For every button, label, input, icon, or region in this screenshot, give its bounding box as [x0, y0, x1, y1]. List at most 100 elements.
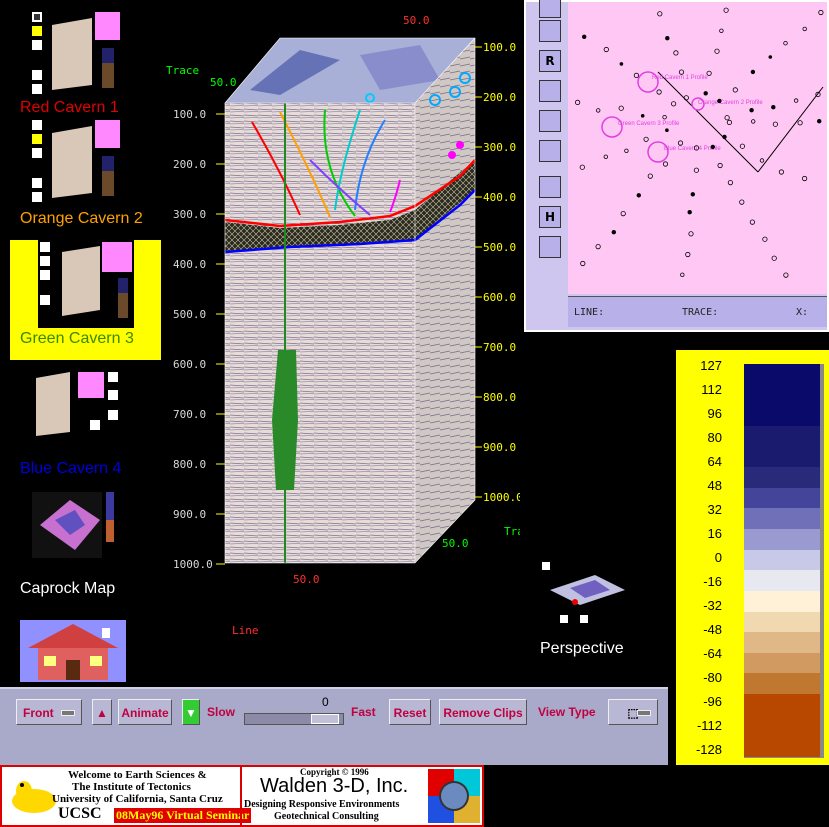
- colorbar-swatch: [744, 590, 820, 613]
- map-well-marker: [771, 105, 776, 110]
- map-tool-4-icon[interactable]: [539, 80, 561, 102]
- left-depth-label: 200.0: [173, 158, 206, 171]
- map-well-marker: [580, 260, 586, 267]
- map-well-marker: [665, 36, 670, 41]
- speed-slider[interactable]: [244, 713, 344, 725]
- right-depth-label: 1000.0: [483, 491, 520, 504]
- slider-value: 0: [322, 695, 329, 709]
- perspective-thumbnail[interactable]: [540, 560, 630, 630]
- map-plot-area[interactable]: Red Cavern 1 Profile Orange Cavern 2 Pro…: [568, 2, 827, 294]
- colorbar-label: -96: [703, 694, 722, 709]
- map-well-marker: [732, 87, 738, 93]
- thumbnail-label[interactable]: Red Cavern 1: [20, 99, 119, 117]
- map-well-marker: [771, 255, 777, 261]
- thumbnail-image-icon: [540, 560, 630, 630]
- map-well-marker: [662, 114, 667, 120]
- colorbar-swatch: [744, 425, 820, 448]
- map-tool-9-icon[interactable]: [539, 236, 561, 258]
- colorbar-swatch: [744, 487, 820, 510]
- thumbnail-label[interactable]: Caprock Map: [20, 580, 115, 598]
- map-well-marker: [640, 114, 645, 118]
- animate-button[interactable]: Animate: [118, 699, 172, 725]
- map-well-marker: [719, 28, 724, 33]
- colorbar-swatch: [744, 694, 820, 716]
- map-well-marker: [690, 192, 695, 197]
- control-toolbar: Front ▲ Animate ▼ Slow 0 Fast Reset Remo…: [0, 687, 668, 735]
- map-well-marker: [739, 143, 745, 149]
- caprock-map-thumbnail[interactable]: [30, 490, 122, 560]
- credits-banner: Welcome to Earth Sciences & The Institut…: [0, 765, 484, 827]
- right-depth-label: 900.0: [483, 441, 516, 454]
- colorbar-label: 96: [707, 406, 722, 421]
- thumbnail-label[interactable]: Blue Cavern 4: [20, 460, 121, 478]
- map-tool-6-icon[interactable]: [539, 140, 561, 162]
- map-well-marker: [710, 144, 715, 150]
- front-view-dropdown[interactable]: Front: [16, 699, 82, 725]
- colorbar-swatch: [744, 529, 820, 551]
- map-well-marker: [657, 11, 663, 17]
- colorbar-label: -80: [703, 670, 722, 685]
- amplitude-colorbar: 127 112 96 80 64 48 32 16 0 -16 -32 -48 -64 -80 -96 -11…: [676, 350, 829, 765]
- colorbar-label: 64: [707, 454, 722, 469]
- left-depth-label: 400.0: [173, 258, 206, 271]
- map-label: Orange Cavern 2 Profile: [698, 100, 763, 106]
- fast-label: Fast: [351, 705, 376, 719]
- orange-cavern-thumbnail[interactable]: [30, 118, 122, 208]
- left-depth-label: 800.0: [173, 458, 206, 471]
- colorbar-label: 48: [707, 478, 722, 493]
- map-well-marker: [724, 115, 730, 121]
- colorbar-swatch: [744, 446, 820, 469]
- blue-cavern-thumbnail[interactable]: [30, 370, 120, 440]
- ucsc-label: UCSC: [58, 805, 102, 822]
- map-well-marker: [633, 72, 640, 79]
- colorbar-swatch: [744, 735, 820, 757]
- thumbnail-label[interactable]: Green Cavern 3: [20, 330, 134, 348]
- rotate-tool-icon[interactable]: R: [539, 50, 561, 72]
- green-cavern-thumbnail[interactable]: [38, 240, 134, 328]
- map-well-marker: [575, 99, 581, 106]
- welcome-line-1: Welcome to Earth Sciences &: [68, 769, 207, 781]
- map-tool-2-icon[interactable]: [539, 20, 561, 42]
- map-tool-5-icon[interactable]: [539, 110, 561, 132]
- red-cavern-thumbnail[interactable]: [30, 10, 122, 100]
- map-well-marker: [783, 272, 789, 278]
- seminar-badge: 08May96 Virtual Seminar: [114, 808, 252, 823]
- triangle-up-icon[interactable]: ▲: [92, 699, 112, 725]
- map-well-marker: [793, 98, 799, 103]
- colorbar-strip: [744, 364, 820, 757]
- map-tool-1-icon[interactable]: [539, 0, 561, 18]
- help-tool-icon[interactable]: H: [539, 206, 561, 228]
- map-well-marker: [636, 193, 641, 198]
- map-well-marker: [739, 199, 745, 205]
- triangle-down-icon[interactable]: ▼: [182, 699, 200, 725]
- view-type-dropdown[interactable]: ⬚: [608, 699, 658, 725]
- map-well-marker: [688, 231, 694, 237]
- left-depth-label: 1000.0: [173, 558, 213, 571]
- colorbar-swatch: [744, 467, 820, 489]
- colorbar-swatch: [744, 673, 820, 696]
- map-well-marker: [802, 26, 807, 32]
- colorbar-swatch: [744, 611, 820, 634]
- map-tool-7-icon[interactable]: [539, 176, 561, 198]
- slider-thumb[interactable]: [311, 714, 339, 724]
- left-depth-label: 500.0: [173, 308, 206, 321]
- remove-clips-button[interactable]: Remove Clips: [439, 699, 527, 725]
- reset-button[interactable]: Reset: [389, 699, 431, 725]
- right-depth-label: 500.0: [483, 241, 516, 254]
- map-status-bar: LINE: TRACE: X:: [568, 296, 827, 327]
- thumbnail-label[interactable]: Orange Cavern 2: [20, 210, 143, 228]
- right-depth-label: 200.0: [483, 91, 516, 104]
- map-well-marker: [624, 148, 629, 153]
- home-icon[interactable]: [20, 620, 126, 682]
- map-well-marker: [693, 167, 699, 173]
- right-depth-label: 300.0: [483, 141, 516, 154]
- map-well-marker: [673, 50, 679, 56]
- colorbar-label: 127: [700, 358, 722, 373]
- seismic-cube-view[interactable]: Trace 50.0 50.0 50.0 Line 50.0 Trace 100…: [160, 0, 537, 680]
- thumbnail-image-icon: [30, 118, 122, 208]
- map-well-marker: [768, 55, 773, 59]
- thumbnail-label[interactable]: Perspective: [540, 640, 624, 658]
- seismic-cube-canvas[interactable]: Trace 50.0 50.0 50.0 Line 50.0 Trace 100…: [160, 0, 537, 680]
- map-label: Green Cavern 3 Profile: [618, 121, 680, 127]
- colorbar-label: 112: [701, 382, 722, 397]
